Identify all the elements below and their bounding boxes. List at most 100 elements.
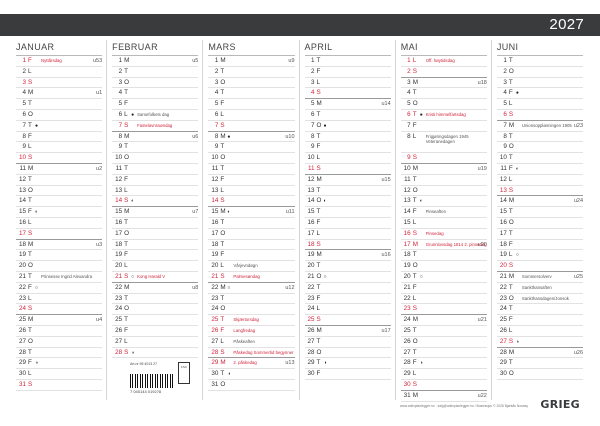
- weekday-letter: L: [508, 251, 513, 259]
- day-row: 5F: [208, 99, 295, 110]
- holiday-note: Påskedag Sommertid begynner: [233, 349, 294, 355]
- week-number: u18: [477, 79, 487, 86]
- day-row: 18 T: [400, 250, 487, 262]
- moon-phase-icon: ◐: [419, 198, 423, 205]
- day-row: 20 L Vårjevndøgn: [208, 261, 295, 272]
- weekday-letter: S: [412, 67, 417, 75]
- day-number: 28: [18, 348, 26, 356]
- day-row: 27 T: [400, 348, 487, 359]
- day-number: 20: [115, 262, 123, 270]
- weekday-letter: S: [220, 272, 225, 280]
- day-row: 29 T: [496, 358, 584, 370]
- weekday-letter: O: [508, 67, 514, 75]
- weekday-letter: T: [412, 251, 417, 259]
- weekday-letter: T: [316, 359, 321, 367]
- day-row: 23 T: [112, 294, 199, 305]
- weekday-letter: F: [316, 370, 321, 378]
- day-number: 6: [311, 110, 315, 118]
- day-row: 4 F ●: [496, 88, 584, 100]
- day-number: 24: [499, 305, 507, 313]
- day-number: 25: [499, 316, 507, 324]
- day-row: 12 T: [16, 175, 103, 186]
- day-number: 14: [499, 197, 507, 205]
- day-row: 30 F: [304, 369, 391, 380]
- weekday-letter: F: [124, 251, 129, 259]
- weekday-letter: L: [316, 154, 321, 162]
- day-row: 6S: [496, 110, 584, 121]
- day-number: 9: [503, 143, 507, 151]
- weekday-letter: T: [124, 67, 129, 75]
- week-number: u53: [92, 58, 103, 64]
- weekday-letter: O: [508, 143, 514, 151]
- day-number: 29: [18, 359, 26, 367]
- day-number: 23: [18, 294, 26, 302]
- day-row: 9T: [112, 142, 199, 154]
- weekday-letter: O: [28, 337, 33, 345]
- day-number: 10: [18, 154, 26, 162]
- weekday-letter: F: [124, 326, 129, 334]
- day-number: 6: [503, 110, 507, 118]
- day-number: 18: [499, 240, 507, 248]
- day-number: 3: [22, 78, 26, 86]
- day-number: 18: [403, 251, 411, 259]
- day-number: 13: [211, 186, 219, 194]
- day-row: 1 L Off. høytidsdag: [400, 56, 487, 67]
- day-number: 7: [503, 121, 507, 129]
- day-number: 17: [499, 229, 507, 237]
- day-row: 19 Mu16: [304, 250, 391, 262]
- day-number: 7: [407, 121, 411, 129]
- day-row: 11 T: [400, 175, 487, 186]
- day-number: 22: [307, 283, 315, 291]
- weekday-letter: S: [508, 262, 514, 270]
- day-number: 13: [499, 186, 507, 194]
- weekday-letter: T: [124, 294, 129, 302]
- day-row: 25 T Skjærtorsdag: [208, 315, 295, 326]
- weekday-letter: T: [508, 208, 513, 216]
- day-row: 18 F: [496, 240, 584, 251]
- weekday-letter: T: [508, 132, 513, 140]
- day-number: 28: [115, 348, 123, 356]
- day-number: 16: [211, 218, 219, 226]
- day-row: 9O: [496, 142, 584, 154]
- day-row: 8T: [304, 132, 391, 143]
- day-row: 5T: [16, 99, 103, 110]
- day-row: 16 F: [304, 218, 391, 229]
- day-number: 15: [307, 208, 315, 216]
- day-row: 23 F: [304, 294, 391, 305]
- day-number: 7: [214, 121, 219, 129]
- day-row: 1T: [304, 56, 391, 67]
- day-number: 7: [118, 121, 123, 129]
- weekday-letter: S: [124, 272, 129, 280]
- weekday-letter: M: [508, 121, 515, 129]
- week-number: u5: [192, 58, 199, 64]
- week-number: u10: [285, 133, 295, 140]
- weekday-letter: T: [28, 197, 32, 205]
- day-row: 11 S: [304, 164, 391, 175]
- weekday-letter: O: [28, 186, 33, 194]
- moon-phase-icon: ●: [323, 122, 327, 129]
- weekday-letter: M: [220, 283, 226, 291]
- day-number: 15: [115, 208, 123, 216]
- day-number: 28: [499, 348, 507, 356]
- day-row: 3S: [16, 78, 103, 89]
- day-number: 8: [214, 132, 219, 140]
- weekday-letter: F: [28, 359, 32, 367]
- day-number: 27: [18, 337, 26, 345]
- weekday-letter: F: [316, 218, 321, 226]
- day-number: 30: [211, 370, 219, 378]
- day-number: 19: [307, 251, 315, 259]
- day-row: 12 L: [496, 175, 584, 186]
- weekday-letter: F: [508, 316, 513, 324]
- day-row: 29 F ◑: [16, 358, 103, 370]
- day-number: 25: [307, 316, 315, 324]
- day-number: 27: [211, 337, 219, 345]
- day-number: 5: [503, 100, 507, 108]
- weekday-letter: M: [124, 132, 130, 140]
- weekday-letter: O: [316, 197, 322, 205]
- day-row: 1 F Nyttårsdag u53: [16, 56, 103, 67]
- weekday-letter: M: [28, 240, 34, 248]
- day-row: 6L: [208, 110, 295, 121]
- weekday-letter: M: [220, 208, 226, 216]
- weekday-letter: S: [412, 154, 417, 162]
- day-number: 9: [22, 143, 26, 151]
